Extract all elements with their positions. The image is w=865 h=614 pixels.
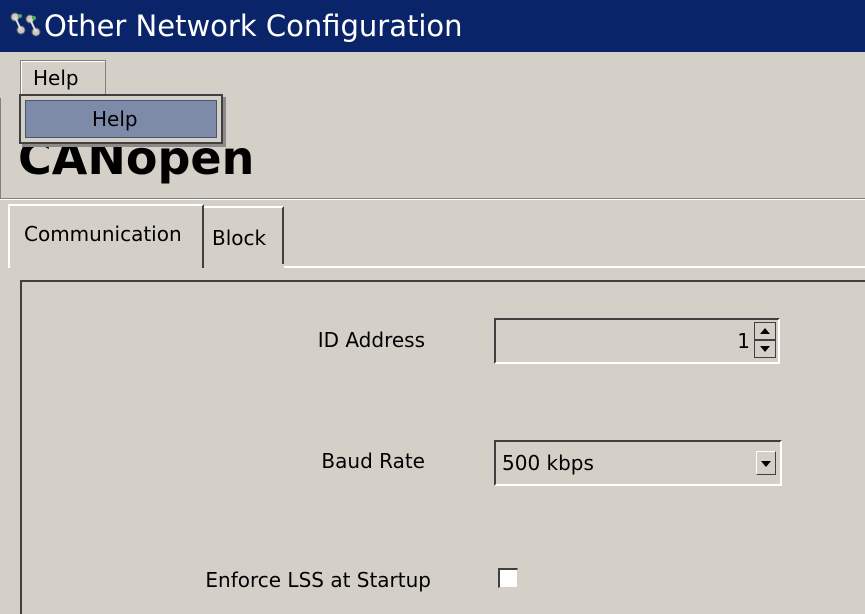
window-title: Other Network Configuration [44, 9, 463, 43]
menu-help[interactable]: Help [20, 60, 106, 96]
menu-bar [0, 52, 865, 98]
chevron-down-icon[interactable] [756, 451, 776, 475]
baud-rate-select[interactable]: 500 kbps [494, 440, 782, 486]
id-address-spinner[interactable]: 1 [494, 318, 780, 364]
left-edge [0, 98, 5, 200]
spin-up-icon[interactable] [754, 322, 776, 340]
enforce-lss-label: Enforce LSS at Startup [205, 568, 431, 592]
baud-rate-value[interactable]: 500 kbps [502, 448, 594, 478]
app-window: Other Network Configuration Help CANopen… [0, 0, 865, 614]
heading-divider [0, 198, 865, 200]
tab-block[interactable]: Block [202, 206, 284, 264]
spin-down-icon[interactable] [754, 340, 776, 358]
id-address-label: ID Address [317, 328, 425, 352]
menu-item-help[interactable]: Help [25, 100, 217, 138]
network-icon [10, 12, 41, 37]
enforce-lss-checkbox[interactable] [498, 568, 518, 588]
tab-strip-line [284, 266, 865, 268]
title-bar: Other Network Configuration [0, 0, 865, 52]
id-address-value[interactable]: 1 [737, 326, 750, 356]
help-dropdown-menu: Help [19, 94, 223, 144]
tab-communication[interactable]: Communication [8, 204, 204, 268]
baud-rate-label: Baud Rate [321, 449, 425, 473]
